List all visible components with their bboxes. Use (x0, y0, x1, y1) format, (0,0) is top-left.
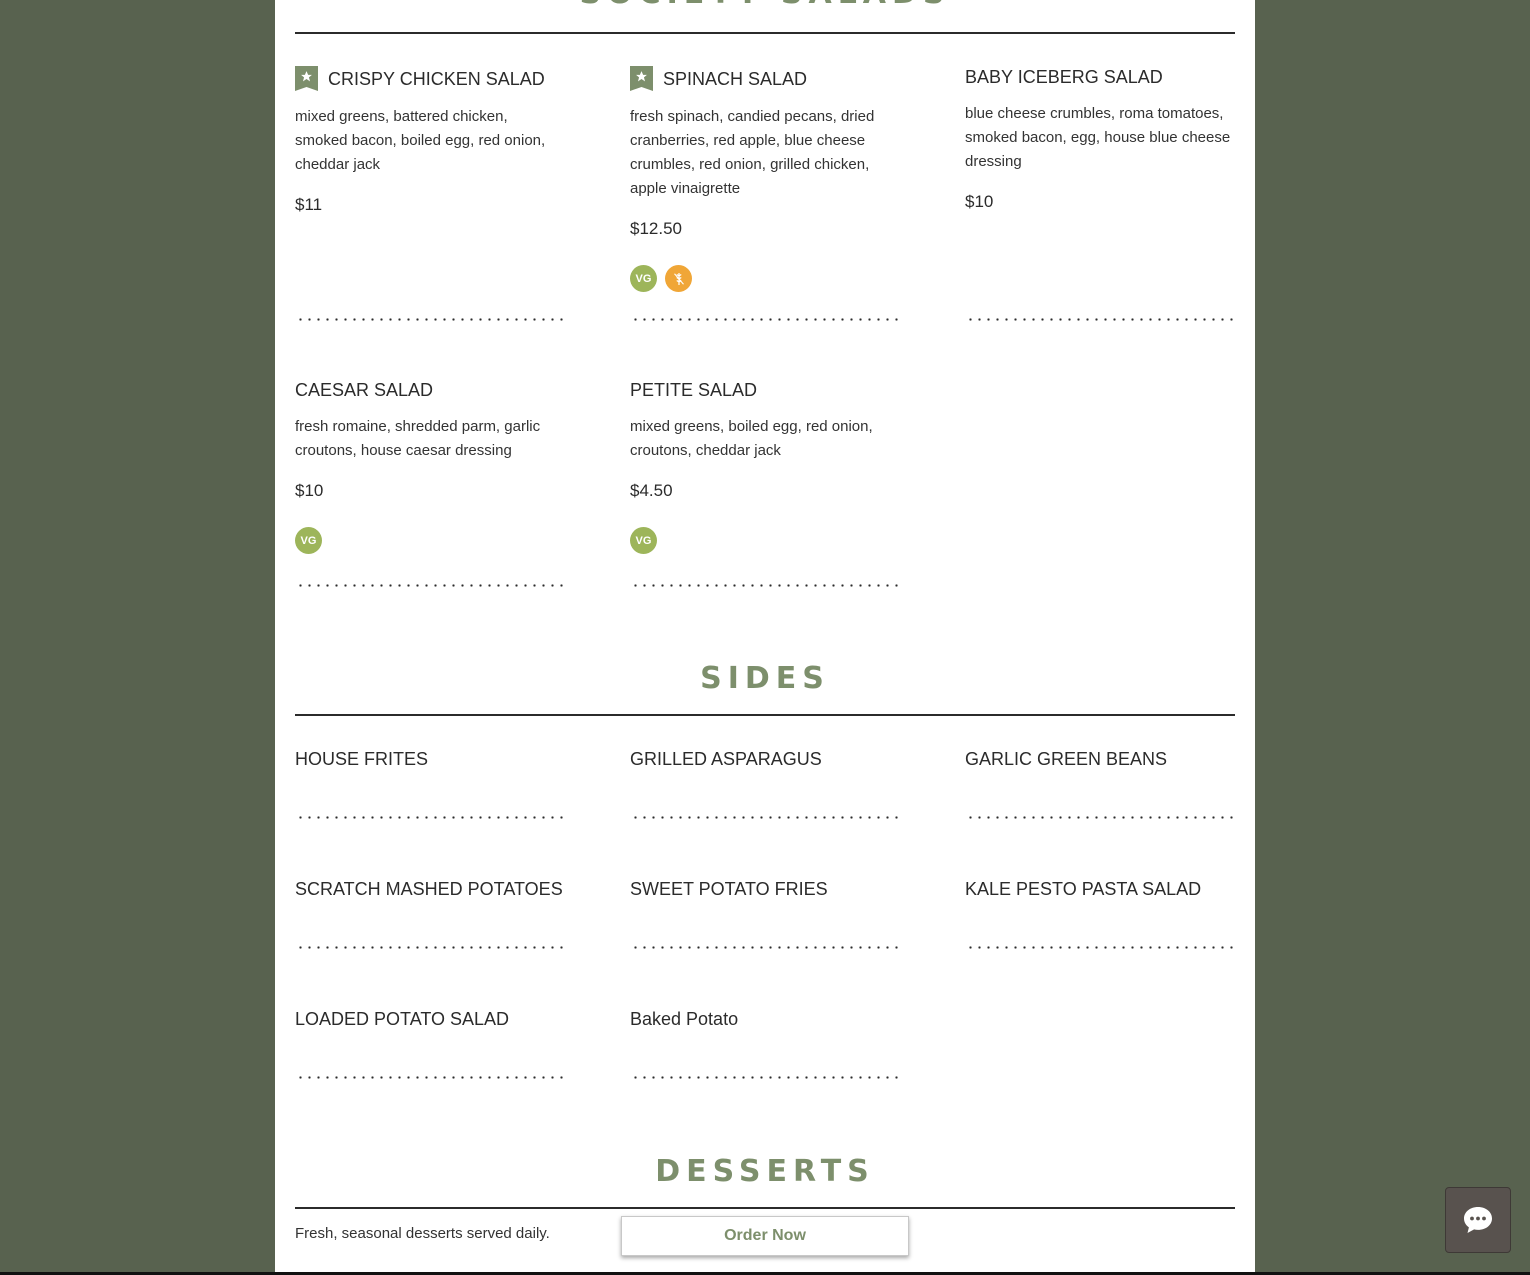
side-item-name: LOADED POTATO SALAD (295, 1009, 510, 1029)
dotted-separator (295, 1076, 563, 1079)
menu-item-title: BABY ICEBERG SALAD (965, 66, 1233, 88)
dotted-separator (965, 946, 1233, 949)
menu-item: SPINACH SALAD fresh spinach, candied pec… (630, 66, 898, 292)
menu-item-title: CAESAR SALAD (295, 379, 563, 401)
menu-panel: SOCIETY SALADS CRISPY CHICKEN SALAD mixe… (275, 0, 1255, 1272)
side-item-name: KALE PESTO PASTA SALAD (965, 879, 1202, 899)
side-item-name: HOUSE FRITES (295, 749, 429, 769)
dietary-badges: VG (630, 527, 898, 554)
side-item: Baked Potato (630, 1008, 898, 1030)
vegetarian-badge-icon: VG (295, 527, 322, 554)
dotted-separator (965, 816, 1233, 819)
featured-star-icon (295, 66, 318, 91)
side-item: SCRATCH MASHED POTATOES (295, 878, 563, 900)
section-title-desserts: DESSERTS (655, 1154, 875, 1189)
menu-item-name: SPINACH SALAD (663, 68, 808, 89)
dotted-separator (965, 318, 1233, 321)
chat-button[interactable] (1445, 1187, 1511, 1253)
menu-item: BABY ICEBERG SALAD blue cheese crumbles,… (965, 66, 1233, 212)
menu-item-price: $4.50 (630, 481, 673, 500)
side-item-name: SWEET POTATO FRIES (630, 879, 828, 899)
menu-item-title: CRISPY CHICKEN SALAD (295, 66, 563, 91)
menu-item-name: BABY ICEBERG SALAD (965, 67, 1163, 87)
featured-star-icon (630, 66, 653, 91)
section-divider (295, 32, 1235, 34)
menu-item-description: mixed greens, boiled egg, red onion, cro… (630, 418, 873, 459)
vegetarian-badge-icon: VG (630, 527, 657, 554)
section-divider (295, 714, 1235, 716)
menu-item-description: fresh romaine, shredded parm, garlic cro… (295, 418, 541, 459)
menu-item-title: SPINACH SALAD (630, 66, 898, 91)
dotted-separator (630, 318, 898, 321)
menu-item-price: $10 (295, 481, 324, 500)
menu-item-title: PETITE SALAD (630, 379, 898, 401)
menu-item-price: $10 (965, 192, 994, 211)
dotted-separator (295, 816, 563, 819)
chat-bubble-icon (1464, 1207, 1492, 1233)
section-divider (295, 1207, 1235, 1209)
side-item: GRILLED ASPARAGUS (630, 748, 898, 770)
section-title-sides: SIDES (700, 661, 830, 696)
side-item-name: GARLIC GREEN BEANS (965, 749, 1168, 769)
side-item: HOUSE FRITES (295, 748, 563, 770)
section-title-salads: SOCIETY SALADS (295, 0, 1235, 11)
menu-item-description: blue cheese crumbles, roma tomatoes, smo… (965, 105, 1231, 170)
side-item: SWEET POTATO FRIES (630, 878, 898, 900)
menu-item-price: $12.50 (630, 219, 682, 238)
side-item: GARLIC GREEN BEANS (965, 748, 1233, 770)
dotted-separator (295, 946, 563, 949)
side-item: KALE PESTO PASTA SALAD (965, 878, 1233, 900)
dietary-badges: VG (295, 527, 563, 554)
order-now-button[interactable]: Order Now (621, 1216, 909, 1256)
menu-item: CRISPY CHICKEN SALAD mixed greens, batte… (295, 66, 563, 215)
menu-item-name: CRISPY CHICKEN SALAD (328, 68, 545, 89)
desserts-description: Fresh, seasonal desserts served daily. (295, 1225, 550, 1242)
dotted-separator (630, 946, 898, 949)
menu-item-description: fresh spinach, candied pecans, dried cra… (630, 108, 875, 197)
menu-item-description: mixed greens, battered chicken, smoked b… (295, 108, 546, 173)
menu-item-price: $11 (295, 195, 323, 214)
menu-item: PETITE SALAD mixed greens, boiled egg, r… (630, 379, 898, 554)
dietary-badges: VG (630, 265, 898, 292)
vegetarian-badge-icon: VG (630, 265, 657, 292)
menu-item-name: PETITE SALAD (630, 380, 758, 400)
menu-item: CAESAR SALAD fresh romaine, shredded par… (295, 379, 563, 554)
dotted-separator (630, 584, 898, 587)
dotted-separator (630, 816, 898, 819)
side-item-name: GRILLED ASPARAGUS (630, 749, 822, 769)
side-item: LOADED POTATO SALAD (295, 1008, 563, 1030)
gluten-free-icon (665, 265, 692, 292)
dotted-separator (630, 1076, 898, 1079)
side-item-name: SCRATCH MASHED POTATOES (295, 879, 563, 899)
menu-item-name: CAESAR SALAD (295, 380, 434, 400)
dotted-separator (295, 584, 563, 587)
side-item-name: Baked Potato (630, 1009, 739, 1029)
dotted-separator (295, 318, 563, 321)
